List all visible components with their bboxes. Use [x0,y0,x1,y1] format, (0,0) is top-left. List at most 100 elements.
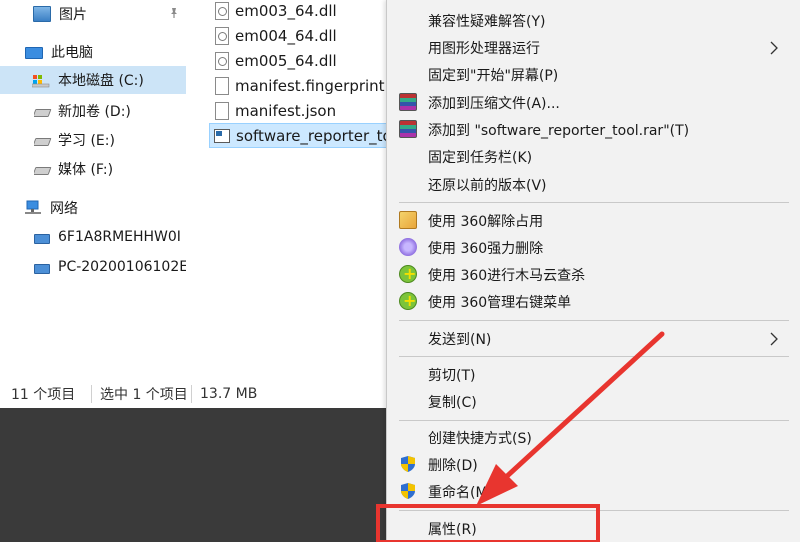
nav-item-label: PC-20200106102E [58,259,186,275]
network-pc-icon [34,233,50,244]
dll-file-icon [215,26,229,45]
nav-item-pictures[interactable]: 图片 [33,0,188,28]
menu-item-label: 添加到压缩文件(A)... [428,95,560,112]
nav-item-label: 图片 [59,7,87,23]
pin-icon[interactable] [168,7,180,19]
menu-item-label: 固定到"开始"屏幕(P) [428,67,559,84]
menu-item-label: 复制(C) [428,394,477,411]
winrar-icon [399,120,417,138]
status-divider [191,385,192,403]
menu-item-label: 发送到(N) [428,331,492,348]
file-icon [215,101,229,120]
nav-item-label: 网络 [50,201,78,217]
file-item[interactable]: manifest.json [205,98,336,123]
menu-item-label: 使用 360管理右键菜单 [428,294,572,311]
nav-item-network[interactable]: 网络 [24,194,186,222]
menu-item-label: 属性(R) [428,521,477,538]
pictures-icon [33,6,51,22]
selection-size: 13.7 MB [200,386,258,402]
menu-item-label: 添加到 "software_reporter_tool.rar"(T) [428,122,690,139]
menu-item-label: 兼容性疑难解答(Y) [428,13,546,30]
nav-item-label: 媒体 (F:) [58,162,114,178]
this-pc-icon [25,47,43,59]
menu-item-add-to-rar[interactable]: 添加到 "software_reporter_tool.rar"(T) [387,116,800,143]
menu-item-label: 固定到任务栏(K) [428,149,533,166]
menu-separator [399,356,789,357]
status-divider [91,385,92,403]
network-icon [24,200,42,216]
file-item-selected[interactable]: software_reporter_tool.exe [209,123,399,148]
menu-item-add-to-archive[interactable]: 添加到压缩文件(A)... [387,89,800,116]
shield-icon [401,456,415,472]
file-name: em004_64.dll [235,26,337,45]
menu-separator [399,320,789,321]
file-icon [215,76,229,95]
nav-item-label: 此电脑 [51,45,93,61]
menu-separator [399,510,789,511]
file-name: manifest.json [235,101,337,120]
menu-item-cut[interactable]: 剪切(T) [387,361,800,388]
menu-item-label: 使用 360解除占用 [428,213,544,230]
selection-count: 选中 1 个项目 [100,387,188,403]
nav-item-label: 本地磁盘 (C:) [58,73,144,89]
360-scan-icon [399,264,417,283]
file-list: em003_64.dll em004_64.dll em005_64.dll m… [205,0,399,150]
menu-separator [399,202,789,203]
item-count: 11 个项目 [11,387,76,403]
drive-c-icon [31,72,50,88]
dll-file-icon [215,1,229,20]
network-pc-icon [34,263,50,274]
file-item[interactable]: em003_64.dll [205,0,337,23]
360-delete-icon [399,238,417,256]
menu-item-label: 使用 360进行木马云查杀 [428,267,586,284]
menu-item-label: 剪切(T) [428,367,476,384]
menu-item-label: 使用 360强力删除 [428,240,544,257]
file-item[interactable]: manifest.fingerprint [205,73,385,98]
navigation-pane: 图片 此电脑 本地磁盘 (C:) 新加卷 (D:) 学习 (E:) 媒体 (F:… [0,0,190,380]
drive-icon [34,138,52,146]
nav-item-drive-f[interactable]: 媒体 (F:) [34,155,186,183]
drive-icon [34,167,52,175]
menu-item-run-with-gpu[interactable]: 用图形处理器运行 [387,34,800,61]
360-unlock-icon [399,211,417,229]
context-menu: 兼容性疑难解答(Y) 用图形处理器运行 固定到"开始"屏幕(P) 添加到压缩文件… [386,0,800,542]
status-bar: 11 个项目 选中 1 个项目 13.7 MB [0,382,390,406]
nav-item-this-pc[interactable]: 此电脑 [25,38,185,66]
nav-item-network-pc-1[interactable]: 6F1A8RMEHHW0I [34,223,186,251]
menu-item-360-menu-manager[interactable]: 使用 360管理右键菜单 [387,288,800,315]
menu-item-label: 用图形处理器运行 [428,40,540,57]
winrar-icon [399,93,417,111]
menu-item-create-shortcut[interactable]: 创建快捷方式(S) [387,424,800,451]
menu-item-rename[interactable]: 重命名(M) [387,478,800,505]
menu-item-label: 还原以前的版本(V) [428,177,547,194]
nav-item-label: 新加卷 (D:) [58,104,131,120]
file-name: em005_64.dll [235,51,337,70]
nav-item-network-pc-2[interactable]: PC-20200106102E [34,253,186,281]
chevron-right-icon [770,41,778,55]
file-item[interactable]: em004_64.dll [205,23,337,48]
menu-item-copy[interactable]: 复制(C) [387,388,800,415]
menu-item-restore-versions[interactable]: 还原以前的版本(V) [387,171,800,198]
menu-item-pin-to-start[interactable]: 固定到"开始"屏幕(P) [387,61,800,88]
exe-file-icon [214,128,230,143]
menu-item-360-scan[interactable]: 使用 360进行木马云查杀 [387,261,800,288]
menu-item-360-delete[interactable]: 使用 360强力删除 [387,234,800,261]
menu-item-pin-to-taskbar[interactable]: 固定到任务栏(K) [387,143,800,170]
menu-separator [399,420,789,421]
nav-item-drive-c[interactable]: 本地磁盘 (C:) [0,66,186,94]
menu-item-properties[interactable]: 属性(R) [387,515,800,542]
menu-item-compat-troubleshoot[interactable]: 兼容性疑难解答(Y) [387,7,800,34]
shield-icon [401,483,415,499]
nav-item-label: 学习 (E:) [58,133,115,149]
file-name: em003_64.dll [235,1,337,20]
file-item[interactable]: em005_64.dll [205,48,337,73]
nav-item-drive-d[interactable]: 新加卷 (D:) [34,97,186,125]
360-menu-icon [399,291,417,310]
menu-item-delete[interactable]: 删除(D) [387,451,800,478]
menu-item-send-to[interactable]: 发送到(N) [387,325,800,352]
dll-file-icon [215,51,229,70]
nav-item-drive-e[interactable]: 学习 (E:) [34,126,186,154]
menu-item-label: 创建快捷方式(S) [428,430,532,447]
menu-item-360-unlock[interactable]: 使用 360解除占用 [387,207,800,234]
menu-item-label: 重命名(M) [428,484,494,501]
